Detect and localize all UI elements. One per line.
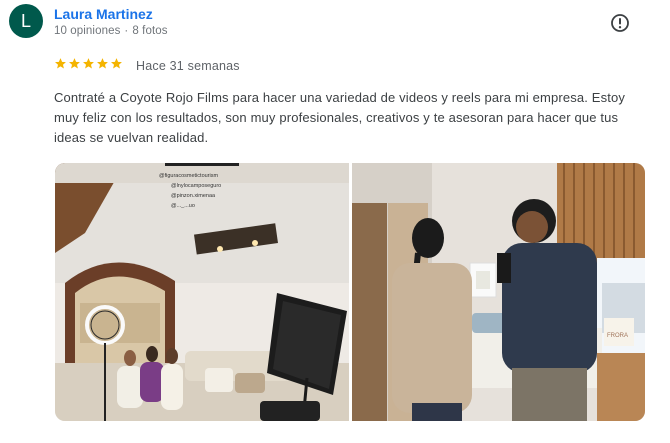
photo-tag-2: @lnylocamposeguro <box>171 183 221 189</box>
photo-sign-text: FRORA <box>607 333 628 339</box>
photo-tag-3: @pinzon.ximenaa <box>171 193 216 199</box>
star-rating <box>54 57 123 70</box>
star-icon <box>69 58 80 69</box>
star-icon <box>97 58 108 69</box>
reviewer-meta: 10 opiniones · 8 fotos <box>54 25 168 37</box>
photo-tag-4: @..._...uo <box>171 203 195 209</box>
star-icon <box>111 58 122 69</box>
meta-separator: · <box>124 25 129 37</box>
reviewer-avatar[interactable]: L <box>9 4 43 38</box>
reviewer-review-count: 10 opiniones <box>54 25 121 37</box>
photo-tag-1: @figuracosmetictourism <box>159 173 218 179</box>
review-photo-2[interactable]: FRORA <box>352 163 645 421</box>
review-time: Hace 31 semanas <box>136 59 240 73</box>
reviewer-name[interactable]: Laura Martinez <box>54 6 153 22</box>
review-photo-1[interactable]: @figuracosmetictourism @lnylocamposeguro… <box>55 163 349 421</box>
star-icon <box>83 58 94 69</box>
review-text: Contraté a Coyote Rojo Films para hacer … <box>54 90 626 145</box>
star-icon <box>55 58 66 69</box>
reviewer-photo-count: 8 fotos <box>132 25 168 37</box>
review-photos: @figuracosmetictourism @lnylocamposeguro… <box>55 163 645 421</box>
report-icon[interactable] <box>610 13 630 33</box>
